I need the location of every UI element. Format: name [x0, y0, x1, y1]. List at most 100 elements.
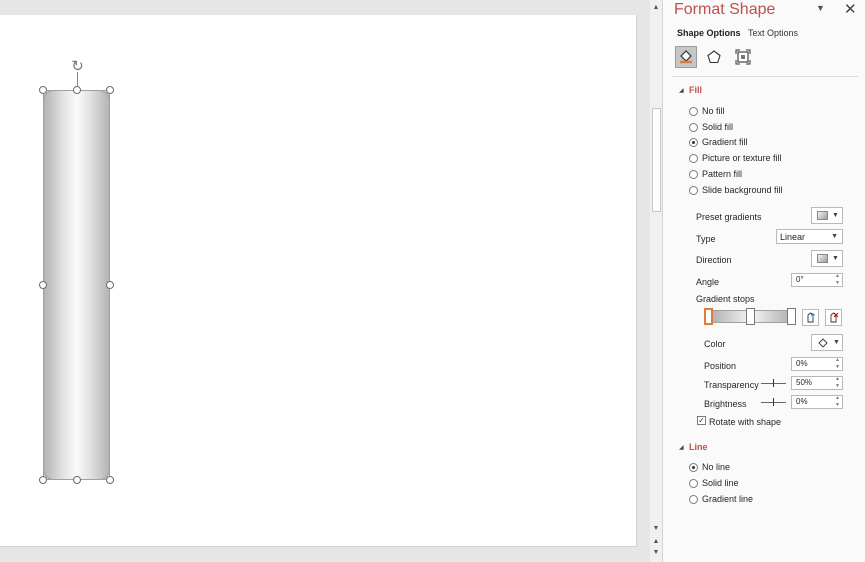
color-label: Color — [704, 339, 726, 349]
angle-spinner[interactable]: 0° ▲ ▼ — [791, 273, 843, 287]
type-label: Type — [696, 234, 716, 244]
resize-handle-top[interactable] — [73, 86, 81, 94]
scroll-up-icon[interactable]: ▲ — [650, 3, 662, 12]
resize-handle-left[interactable] — [39, 281, 47, 289]
transparency-label: Transparency — [704, 380, 759, 390]
size-properties-icon[interactable] — [732, 46, 754, 68]
position-spinner[interactable]: 0% ▲ ▼ — [791, 357, 843, 371]
tab-shape-options[interactable]: Shape Options — [677, 28, 741, 38]
scroll-down-icon[interactable]: ▼ — [650, 524, 662, 533]
radio-label: Pattern fill — [702, 169, 743, 179]
radio-label: No fill — [702, 106, 725, 116]
transparency-value: 50% — [796, 378, 813, 387]
position-label: Position — [704, 361, 737, 371]
resize-handle-bottom-right[interactable] — [106, 476, 114, 484]
radio-label: Picture or texture fill — [702, 153, 782, 163]
chevron-down-icon: ▼ — [832, 255, 839, 262]
position-value: 0% — [796, 359, 808, 368]
add-gradient-stop-button[interactable] — [802, 309, 819, 326]
radio-button[interactable] — [689, 169, 698, 179]
radio-button[interactable] — [689, 153, 698, 163]
direction-label: Direction — [696, 255, 732, 265]
angle-label: Angle — [696, 277, 720, 287]
radio-gradient-fill[interactable]: Gradient fill — [689, 135, 748, 149]
resize-handle-top-right[interactable] — [106, 86, 114, 94]
resize-handle-bottom-left[interactable] — [39, 476, 47, 484]
radio-label: Slide background fill — [702, 185, 783, 195]
line-section-header[interactable]: Line — [689, 442, 708, 452]
brightness-spinner[interactable]: 0% ▲ ▼ — [791, 395, 843, 409]
gradient-stops-label: Gradient stops — [696, 294, 755, 304]
collapse-triangle-icon[interactable]: ◢ — [679, 87, 684, 94]
rotate-with-shape-checkbox[interactable]: ✓ — [697, 416, 706, 425]
radio-label: Solid fill — [702, 122, 734, 132]
transparency-slider-thumb[interactable] — [773, 379, 774, 387]
gradient-swatch-icon — [817, 211, 828, 220]
fill-section-header[interactable]: Fill — [689, 85, 702, 95]
fill-line-icon[interactable] — [675, 46, 697, 68]
radio-button[interactable] — [689, 478, 698, 488]
paint-bucket-icon — [817, 337, 829, 349]
effects-icon[interactable] — [703, 46, 725, 68]
scrollbar-thumb[interactable] — [652, 108, 661, 212]
radio-no-line[interactable]: No line — [689, 460, 730, 474]
radio-solid-fill[interactable]: Solid fill — [689, 120, 733, 134]
brightness-value: 0% — [796, 397, 808, 406]
color-dropdown[interactable]: ▼ — [811, 334, 843, 351]
radio-label: No line — [702, 462, 731, 472]
next-slide-icon[interactable]: ▼ — [650, 548, 662, 557]
spin-arrows-icon[interactable]: ▲ ▼ — [835, 376, 840, 390]
radio-label: Solid line — [702, 478, 739, 488]
type-value: Linear — [780, 231, 806, 242]
gradient-stop-selected[interactable] — [704, 308, 713, 325]
radio-label: Gradient fill — [702, 137, 748, 147]
direction-dropdown[interactable]: ▼ — [811, 250, 843, 267]
vertical-scrollbar[interactable] — [650, 0, 662, 562]
rounded-rectangle-shape[interactable] — [43, 90, 110, 480]
remove-gradient-stop-button[interactable] — [825, 309, 842, 326]
angle-value: 0° — [796, 275, 804, 284]
close-icon[interactable]: ✕ — [844, 0, 857, 18]
previous-slide-icon[interactable]: ▲ — [650, 537, 662, 546]
radio-picture-fill[interactable]: Picture or texture fill — [689, 151, 782, 165]
radio-button[interactable] — [689, 137, 698, 147]
resize-handle-top-left[interactable] — [39, 86, 47, 94]
radio-slide-background-fill[interactable]: Slide background fill — [689, 183, 783, 197]
direction-swatch-icon — [817, 254, 828, 263]
rotate-handle-icon[interactable]: ↻ — [69, 58, 86, 75]
radio-solid-line[interactable]: Solid line — [689, 476, 739, 490]
pane-title: Format Shape — [674, 1, 776, 18]
radio-label: Gradient line — [702, 494, 754, 504]
rotate-with-shape-label[interactable]: Rotate with shape — [709, 417, 781, 427]
chevron-down-icon: ▼ — [831, 233, 838, 240]
gradient-stop[interactable] — [746, 308, 755, 325]
radio-button[interactable] — [689, 106, 698, 116]
transparency-spinner[interactable]: 50% ▲ ▼ — [791, 376, 843, 390]
radio-gradient-line[interactable]: Gradient line — [689, 492, 753, 506]
radio-button[interactable] — [689, 494, 698, 504]
radio-button[interactable] — [689, 122, 698, 132]
spin-arrows-icon[interactable]: ▲ ▼ — [835, 273, 840, 287]
spin-arrows-icon[interactable]: ▲ ▼ — [835, 395, 840, 409]
spin-arrows-icon[interactable]: ▲ ▼ — [835, 357, 840, 371]
divider — [672, 76, 858, 77]
radio-button[interactable] — [689, 462, 698, 472]
resize-handle-bottom[interactable] — [73, 476, 81, 484]
preset-gradients-dropdown[interactable]: ▼ — [811, 207, 843, 224]
brightness-slider-thumb[interactable] — [773, 398, 774, 406]
slide-editor: ↻ ▲ ▼ ▲ ▼ — [0, 0, 662, 562]
chevron-down-icon: ▼ — [833, 339, 840, 346]
format-shape-pane: Format Shape ▼ ✕ Shape Options Text Opti… — [662, 0, 865, 562]
brightness-label: Brightness — [704, 399, 747, 409]
radio-button[interactable] — [689, 185, 698, 195]
type-dropdown[interactable]: Linear ▼ — [776, 229, 843, 244]
gradient-stop[interactable] — [787, 308, 796, 325]
collapse-triangle-icon[interactable]: ◢ — [679, 444, 684, 451]
radio-pattern-fill[interactable]: Pattern fill — [689, 167, 742, 181]
preset-gradients-label: Preset gradients — [696, 212, 762, 222]
radio-no-fill[interactable]: No fill — [689, 104, 725, 118]
resize-handle-right[interactable] — [106, 281, 114, 289]
tab-text-options[interactable]: Text Options — [748, 28, 798, 38]
chevron-down-icon: ▼ — [832, 212, 839, 219]
chevron-down-icon[interactable]: ▼ — [816, 3, 825, 13]
